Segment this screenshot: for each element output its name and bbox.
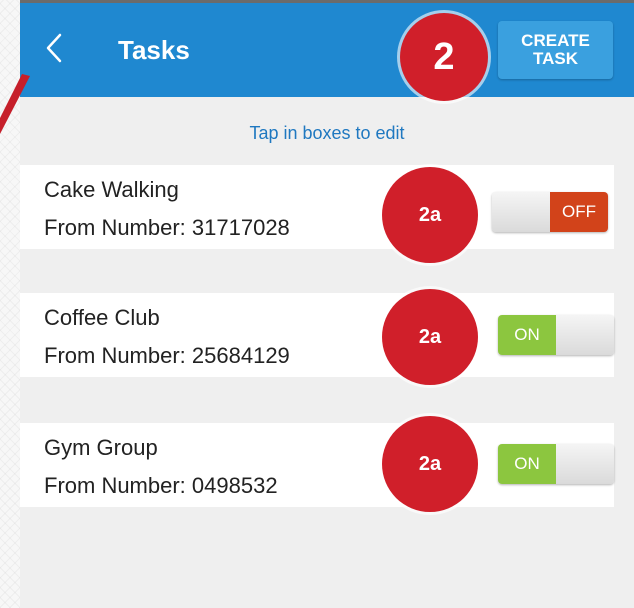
step-badge-main: 2 xyxy=(400,13,488,101)
task-from-number: From Number: 31717028 xyxy=(44,215,290,240)
back-chevron-icon[interactable] xyxy=(42,31,68,65)
phone-screen: Tasks CREATE TASK Tap in boxes to edit C… xyxy=(20,0,634,608)
task-toggle-switch[interactable]: ON xyxy=(498,315,614,355)
toggle-state-label: ON xyxy=(498,315,556,355)
page-title: Tasks xyxy=(118,35,190,65)
toggle-state-label: ON xyxy=(498,444,556,484)
app-header: Tasks CREATE TASK xyxy=(20,3,634,97)
task-name: Gym Group xyxy=(44,435,158,460)
create-task-button[interactable]: CREATE TASK xyxy=(498,21,613,79)
step-badge-sub: 2a xyxy=(382,289,478,385)
annotation-arrow-icon xyxy=(0,74,30,134)
step-badge-sub: 2a xyxy=(382,167,478,263)
toggle-knob xyxy=(556,315,614,355)
toggle-knob xyxy=(556,444,614,484)
task-from-number: From Number: 0498532 xyxy=(44,473,278,498)
create-task-label: CREATE TASK xyxy=(521,31,590,68)
task-name: Cake Walking xyxy=(44,177,179,202)
step-badge-sub: 2a xyxy=(382,416,478,512)
toggle-knob xyxy=(492,192,550,232)
task-toggle-switch[interactable]: OFF xyxy=(492,192,608,232)
task-toggle-switch[interactable]: ON xyxy=(498,444,614,484)
task-from-number: From Number: 25684129 xyxy=(44,343,290,368)
toggle-state-label: OFF xyxy=(550,192,608,232)
task-name: Coffee Club xyxy=(44,305,160,330)
edit-hint: Tap in boxes to edit xyxy=(249,123,405,143)
